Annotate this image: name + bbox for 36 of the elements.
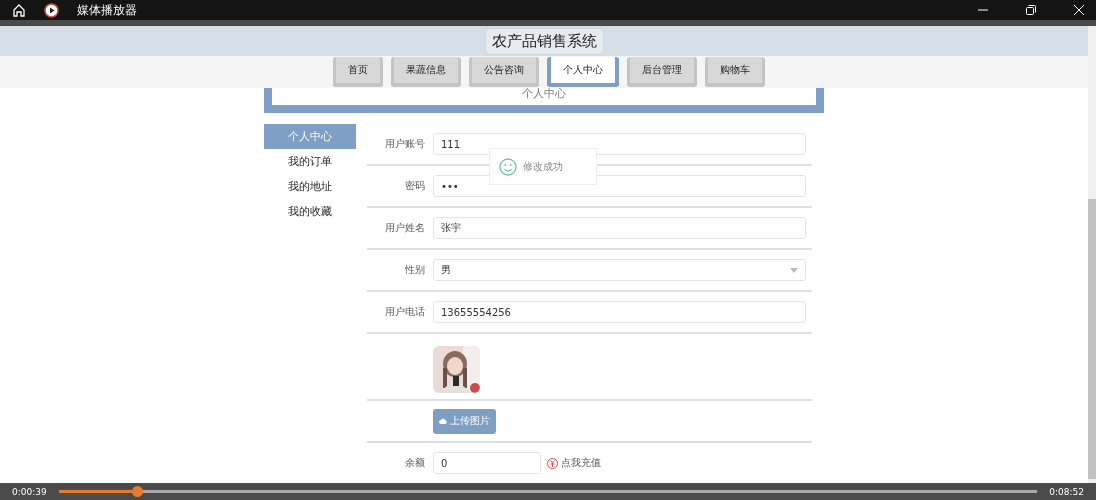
nav-tab[interactable]: 后台管理: [627, 57, 697, 88]
toast-message: 修改成功: [523, 159, 563, 174]
sidebar-item[interactable]: 我的地址: [264, 174, 356, 199]
field-label: 余额: [404, 456, 425, 470]
caret-icon: [790, 267, 798, 273]
window-title: 媒体播放器: [77, 1, 138, 19]
nav-tab[interactable]: 购物车: [705, 57, 765, 88]
site-title: 农产品销售系统: [485, 28, 603, 54]
sidebar-item[interactable]: 我的收藏: [264, 199, 356, 224]
select-field[interactable]: 男: [433, 259, 806, 281]
nav-tab[interactable]: 个人中心: [547, 57, 619, 88]
nav-tab[interactable]: 公告咨询: [469, 57, 539, 88]
recharge-link[interactable]: 点我充值: [561, 456, 601, 470]
play-icon: [44, 2, 59, 18]
home-icon[interactable]: [12, 3, 26, 17]
input-field[interactable]: 0: [433, 452, 541, 474]
field-label: 用户姓名: [384, 221, 425, 235]
progress-thumb[interactable]: [132, 486, 143, 497]
yen-icon: [547, 457, 558, 469]
sidebar-item[interactable]: 我的订单: [264, 149, 356, 174]
scrollbar[interactable]: [1088, 26, 1096, 483]
banner-title: 个人中心: [522, 88, 566, 101]
nav-tab[interactable]: 果蔬信息: [391, 57, 461, 88]
close-icon[interactable]: [1074, 5, 1084, 15]
restore-icon[interactable]: [1026, 5, 1036, 15]
current-time: 0:00:39: [12, 486, 47, 497]
input-field[interactable]: 13655554256: [433, 301, 806, 323]
field-label: 用户电话: [384, 305, 425, 319]
nav-tab[interactable]: 首页: [333, 57, 383, 88]
field-label: 用户账号: [384, 137, 425, 151]
cloud-icon: [439, 418, 447, 424]
smile-icon: [499, 157, 517, 176]
input-field[interactable]: 张宇: [433, 217, 806, 239]
field-label: 性别: [404, 263, 425, 277]
field-label: 密码: [404, 179, 425, 193]
total-time: 0:08:52: [1049, 486, 1084, 497]
